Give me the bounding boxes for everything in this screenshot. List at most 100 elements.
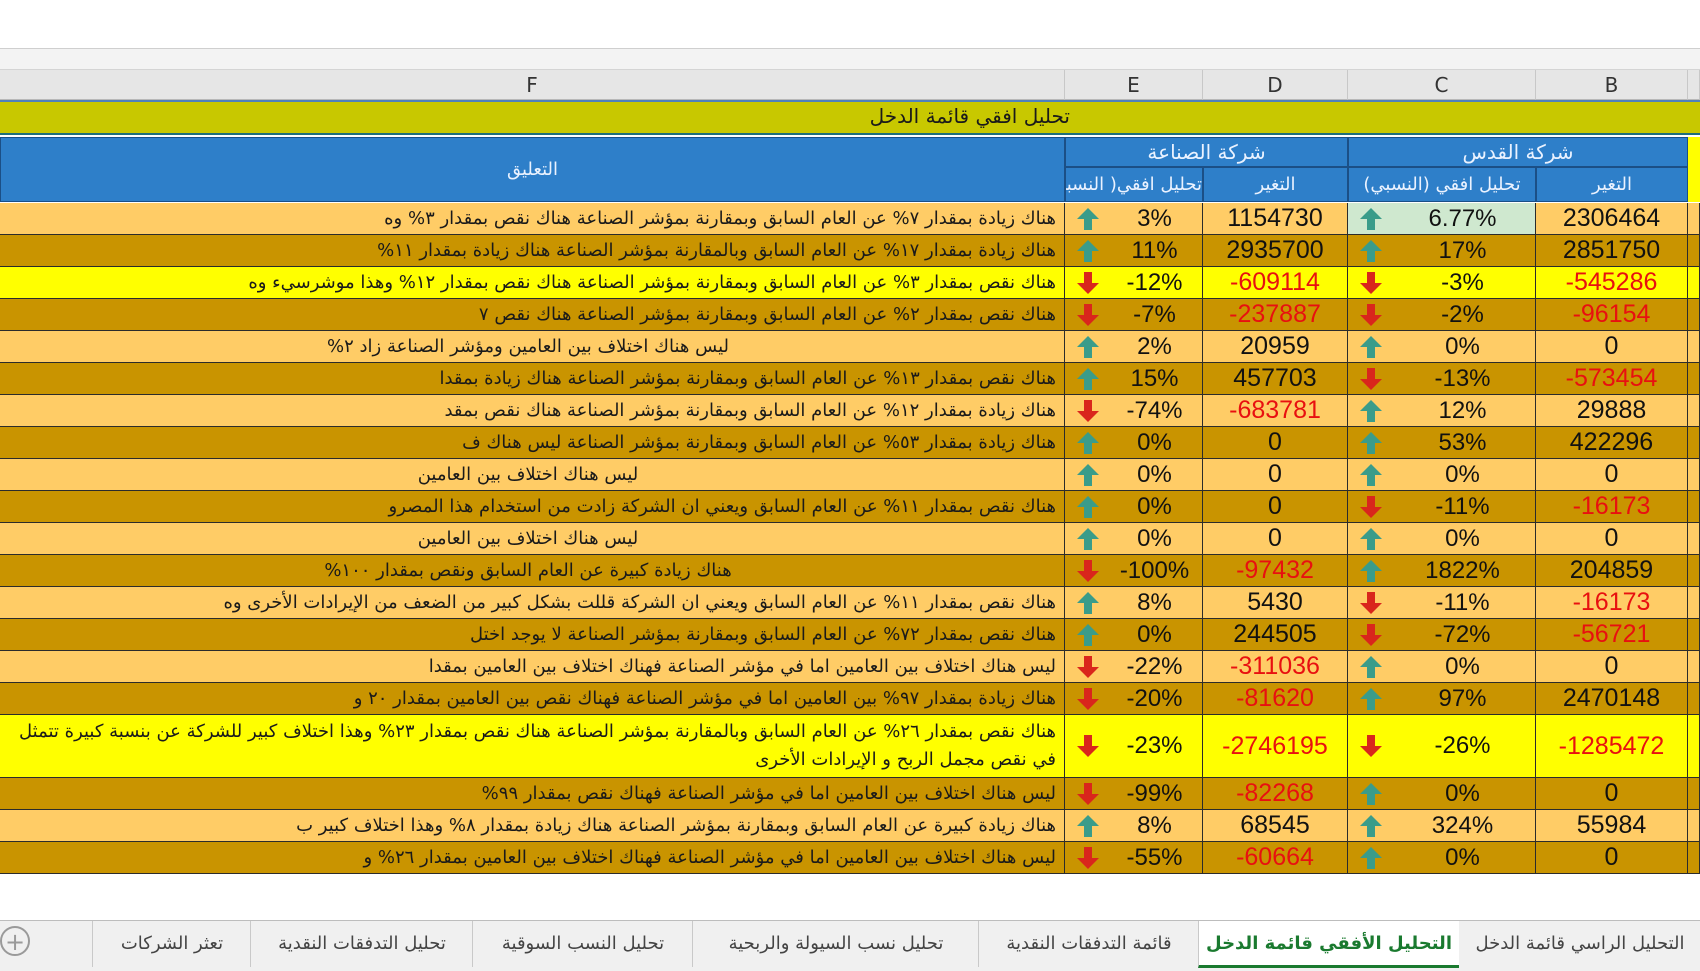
sinaa-change-cell[interactable]: -683781	[1203, 395, 1348, 427]
quds-change-cell[interactable]: -573454	[1536, 363, 1688, 395]
sinaa-pct-cell[interactable]: -12%	[1065, 267, 1203, 299]
quds-pct-cell[interactable]: 0%	[1348, 651, 1536, 683]
quds-change-cell[interactable]: 0	[1536, 778, 1688, 810]
quds-change-cell[interactable]: 2851750	[1536, 235, 1688, 267]
column-a-cell[interactable]	[1688, 363, 1700, 395]
sinaa-pct-cell[interactable]: -55%	[1065, 842, 1203, 874]
sinaa-pct-cell[interactable]: 0%	[1065, 619, 1203, 651]
sinaa-change-cell[interactable]: 2935700	[1203, 235, 1348, 267]
column-a-cell[interactable]	[1688, 842, 1700, 874]
sinaa-change-cell[interactable]: -97432	[1203, 555, 1348, 587]
quds-change-cell[interactable]: 2470148	[1536, 683, 1688, 715]
tab-liquidity-ratios[interactable]: تحليل نسب السيولة والربحية	[692, 921, 979, 967]
column-a-cell[interactable]	[1688, 810, 1700, 842]
comment-cell[interactable]: ليس هناك اختلاف بين العامين اما في مؤشر …	[0, 651, 1065, 683]
column-a-cell[interactable]	[1688, 203, 1700, 235]
comment-cell[interactable]: هناك نقص بمقدار ٢٦% عن العام السابق وبال…	[0, 715, 1065, 778]
tab-cash-flow-analysis[interactable]: تحليل التدفقات النقدية	[250, 921, 473, 967]
sinaa-pct-cell[interactable]: -7%	[1065, 299, 1203, 331]
column-header-a[interactable]	[1688, 70, 1700, 100]
comment-cell[interactable]: هناك نقص بمقدار ٢% عن العام السابق وبمقا…	[0, 299, 1065, 331]
column-a-cell[interactable]	[1688, 267, 1700, 299]
column-a-cell[interactable]	[1688, 587, 1700, 619]
column-a-cell[interactable]	[1688, 778, 1700, 810]
tab-vertical-income[interactable]: التحليل الراسي قائمة الدخل	[1458, 921, 1700, 967]
comment-cell[interactable]: ليس هناك اختلاف بين العامين اما في مؤشر …	[0, 842, 1065, 874]
sinaa-pct-cell[interactable]: -100%	[1065, 555, 1203, 587]
quds-pct-cell[interactable]: 53%	[1348, 427, 1536, 459]
sinaa-pct-cell[interactable]: -99%	[1065, 778, 1203, 810]
column-a-cell[interactable]	[1688, 491, 1700, 523]
quds-change-cell[interactable]: 29888	[1536, 395, 1688, 427]
quds-change-cell[interactable]: -16173	[1536, 587, 1688, 619]
quds-change-cell[interactable]: -1285472	[1536, 715, 1688, 778]
comment-cell[interactable]: هناك زيادة بمقدار ١٢% عن العام السابق وب…	[0, 395, 1065, 427]
quds-change-cell[interactable]: -96154	[1536, 299, 1688, 331]
column-a-cell[interactable]	[1688, 523, 1700, 555]
quds-pct-cell[interactable]: 97%	[1348, 683, 1536, 715]
sinaa-change-cell[interactable]: 0	[1203, 491, 1348, 523]
quds-pct-cell[interactable]: 17%	[1348, 235, 1536, 267]
quds-change-cell[interactable]: 0	[1536, 842, 1688, 874]
column-header-c[interactable]: C	[1348, 70, 1536, 100]
comment-cell[interactable]: هناك نقص بمقدار ١١% عن العام السابق ويعن…	[0, 491, 1065, 523]
sinaa-change-cell[interactable]: -2746195	[1203, 715, 1348, 778]
column-header-e[interactable]: E	[1065, 70, 1203, 100]
column-a-cell[interactable]	[1688, 555, 1700, 587]
column-a-cell[interactable]	[1688, 331, 1700, 363]
sinaa-change-cell[interactable]: -311036	[1203, 651, 1348, 683]
comment-cell[interactable]: هناك زيادة كبيرة عن العام السابق ونقص بم…	[0, 555, 1065, 587]
sinaa-pct-cell[interactable]: -20%	[1065, 683, 1203, 715]
sinaa-change-cell[interactable]: 68545	[1203, 810, 1348, 842]
sinaa-pct-cell[interactable]: 8%	[1065, 587, 1203, 619]
tab-horizontal-income[interactable]: التحليل الأفقي قائمة الدخل	[1198, 921, 1459, 968]
comment-cell[interactable]: ليس هناك اختلاف بين العامين اما في مؤشر …	[0, 778, 1065, 810]
sinaa-pct-cell[interactable]: 2%	[1065, 331, 1203, 363]
tab-company-distress[interactable]: تعثر الشركات	[92, 921, 251, 967]
comment-cell[interactable]: هناك نقص بمقدار ٧٢% عن العام السابق وبمق…	[0, 619, 1065, 651]
quds-change-cell[interactable]: 2306464	[1536, 203, 1688, 235]
sinaa-pct-cell[interactable]: 3%	[1065, 203, 1203, 235]
quds-change-cell[interactable]: -16173	[1536, 491, 1688, 523]
sinaa-change-cell[interactable]: 0	[1203, 523, 1348, 555]
column-a-cell[interactable]	[1688, 683, 1700, 715]
sinaa-change-cell[interactable]: 5430	[1203, 587, 1348, 619]
comment-cell[interactable]: هناك نقص بمقدار ١١% عن العام السابق ويعن…	[0, 587, 1065, 619]
quds-pct-cell[interactable]: -13%	[1348, 363, 1536, 395]
column-a-cell[interactable]	[1688, 651, 1700, 683]
column-a-cell[interactable]	[1688, 715, 1700, 778]
quds-pct-cell[interactable]: 1822%	[1348, 555, 1536, 587]
sinaa-pct-cell[interactable]: 15%	[1065, 363, 1203, 395]
comment-cell[interactable]: هناك زيادة بمقدار ٥٣% عن العام السابق وب…	[0, 427, 1065, 459]
tab-cash-flow-statement[interactable]: قائمة التدفقات النقدية	[978, 921, 1199, 967]
quds-change-cell[interactable]: 0	[1536, 331, 1688, 363]
add-sheet-button[interactable]: +	[0, 926, 30, 956]
quds-change-cell[interactable]: 55984	[1536, 810, 1688, 842]
comment-cell[interactable]: ليس هناك اختلاف بين العامين	[0, 459, 1065, 491]
sinaa-pct-cell[interactable]: 0%	[1065, 459, 1203, 491]
sinaa-change-cell[interactable]: 244505	[1203, 619, 1348, 651]
quds-pct-cell[interactable]: 0%	[1348, 523, 1536, 555]
quds-pct-cell[interactable]: 0%	[1348, 331, 1536, 363]
quds-change-cell[interactable]: 204859	[1536, 555, 1688, 587]
comment-cell[interactable]: ليس هناك اختلاف بين العامين ومؤشر الصناع…	[0, 331, 1065, 363]
sinaa-pct-cell[interactable]: 0%	[1065, 491, 1203, 523]
comment-cell[interactable]: هناك زيادة بمقدار ٩٧% بين العامين اما في…	[0, 683, 1065, 715]
quds-change-cell[interactable]: 422296	[1536, 427, 1688, 459]
column-a-cell[interactable]	[1688, 395, 1700, 427]
column-a-cell[interactable]	[1688, 619, 1700, 651]
column-a-cell[interactable]	[1688, 459, 1700, 491]
sinaa-change-cell[interactable]: 0	[1203, 459, 1348, 491]
comment-cell[interactable]: هناك زيادة بمقدار ٧% عن العام السابق وبم…	[0, 203, 1065, 235]
sinaa-pct-cell[interactable]: -22%	[1065, 651, 1203, 683]
sinaa-change-cell[interactable]: 457703	[1203, 363, 1348, 395]
quds-pct-cell[interactable]: -72%	[1348, 619, 1536, 651]
quds-pct-cell[interactable]: -3%	[1348, 267, 1536, 299]
sinaa-change-cell[interactable]: -609114	[1203, 267, 1348, 299]
sinaa-pct-cell[interactable]: 0%	[1065, 523, 1203, 555]
quds-pct-cell[interactable]: -11%	[1348, 491, 1536, 523]
comment-cell[interactable]: ليس هناك اختلاف بين العامين	[0, 523, 1065, 555]
sinaa-change-cell[interactable]: 1154730	[1203, 203, 1348, 235]
quds-change-cell[interactable]: 0	[1536, 523, 1688, 555]
quds-pct-cell[interactable]: -2%	[1348, 299, 1536, 331]
